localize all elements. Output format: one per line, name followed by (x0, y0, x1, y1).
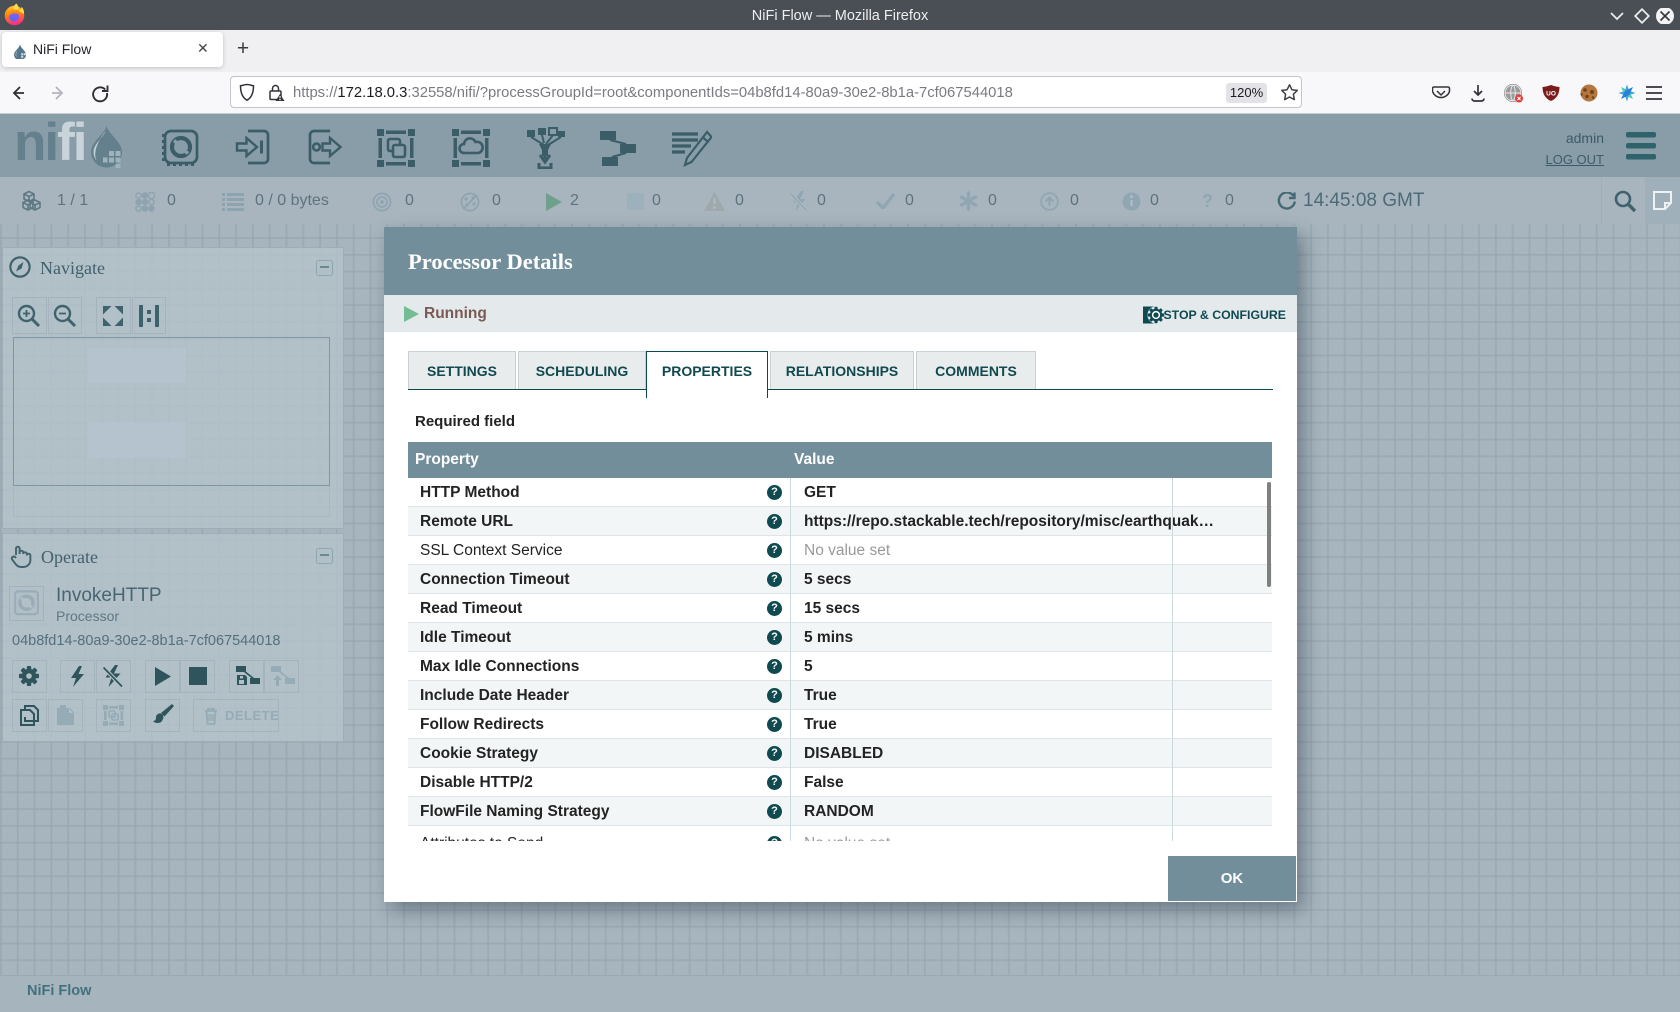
svg-text:UO: UO (1546, 91, 1556, 98)
